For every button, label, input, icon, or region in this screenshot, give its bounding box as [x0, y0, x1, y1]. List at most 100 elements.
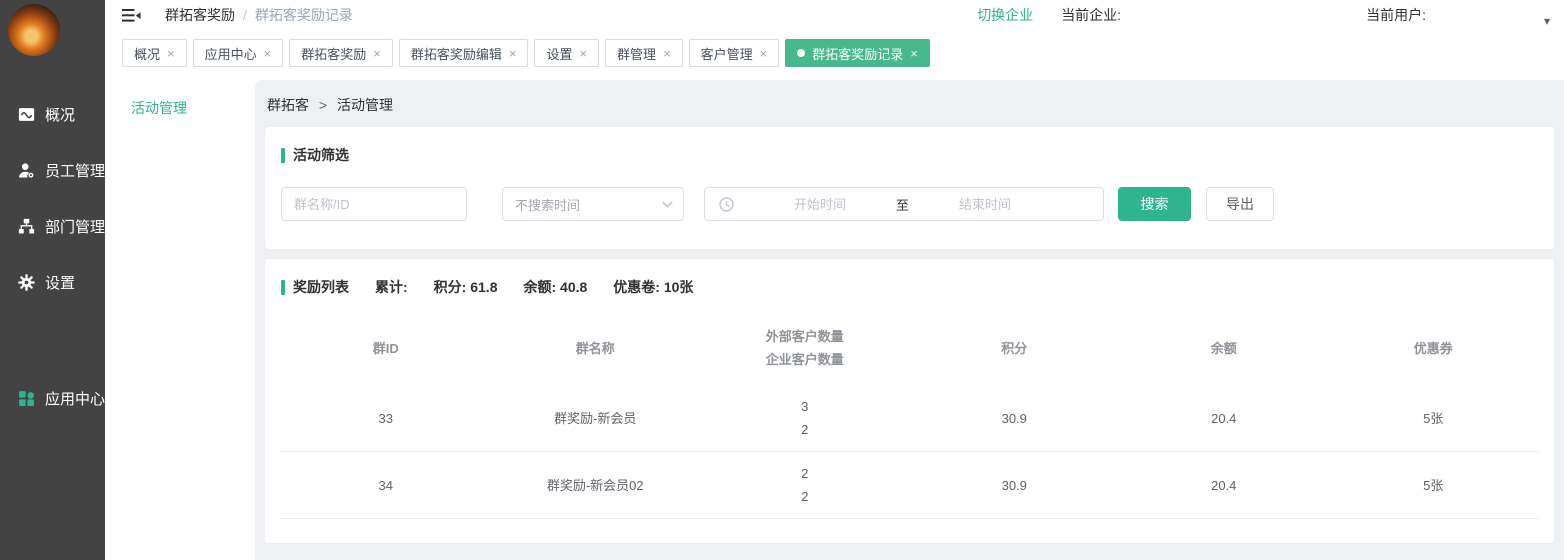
date-range-separator: 至 [896, 195, 909, 214]
time-mode-value: 不搜索时间 [515, 195, 580, 214]
tab-label: 群拓客奖励编辑 [411, 44, 502, 63]
sidebar-item-overview[interactable]: 概况 [0, 86, 105, 142]
tab-group-reward-edit[interactable]: 群拓客奖励编辑 × [399, 39, 529, 67]
cell-balance: 20.4 [1119, 407, 1329, 430]
filter-section-title: 活动筛选 [281, 145, 1538, 165]
tab-app-center[interactable]: 应用中心 × [193, 39, 284, 67]
sidebar-item-settings[interactable]: 设置 [0, 254, 105, 310]
cell-group-id: 34 [281, 474, 491, 497]
tab-settings[interactable]: 设置 × [534, 39, 599, 67]
user-dropdown-caret-icon[interactable]: ▾ [1544, 14, 1550, 28]
tab-group-management[interactable]: 群管理 × [605, 39, 683, 67]
sidebar-item-label: 员工管理 [45, 160, 105, 181]
cell-customers: 2 2 [700, 462, 910, 508]
activity-filter-card: 活动筛选 不搜索时间 [265, 127, 1554, 249]
page-breadcrumb-root: 群拓客 [267, 97, 309, 113]
col-points: 积分 [910, 337, 1120, 360]
department-sitemap-icon [18, 218, 35, 235]
reward-table: 群ID 群名称 外部客户数量 企业客户数量 积分 余额 优惠券 33 [281, 311, 1538, 519]
breadcrumb-root[interactable]: 群拓客奖励 [165, 5, 235, 25]
cell-points: 30.9 [910, 474, 1120, 497]
collapse-menu-icon[interactable] [122, 8, 141, 23]
content-area: 群拓客 > 活动管理 活动筛选 不搜索时间 [255, 80, 1564, 560]
tab-label: 客户管理 [701, 44, 753, 63]
coupon-total: 优惠卷: 10张 [613, 277, 693, 297]
col-customers: 外部客户数量 企业客户数量 [700, 325, 910, 371]
export-button[interactable]: 导出 [1206, 187, 1274, 221]
sidebar-item-label: 设置 [45, 272, 75, 293]
cell-group-name: 群奖励-新会员02 [491, 474, 701, 497]
breadcrumb-separator: / [243, 7, 247, 23]
switch-company-link[interactable]: 切换企业 [977, 5, 1033, 25]
left-sidebar: 概况 员工管理 部门管理 设置 应用中心 [0, 0, 105, 560]
submenu-item-activity-management[interactable]: 活动管理 [131, 98, 255, 118]
cell-customers: 3 2 [700, 395, 910, 441]
time-mode-select[interactable]: 不搜索时间 [502, 187, 684, 221]
reward-list-card: 奖励列表 累计: 积分: 61.8 余额: 40.8 优惠卷: 10张 群ID … [265, 259, 1554, 543]
page-breadcrumb: 群拓客 > 活动管理 [255, 80, 1564, 127]
filter-controls-row: 不搜索时间 至 搜 [281, 187, 1538, 221]
tab-close-icon[interactable]: × [760, 46, 768, 61]
tab-close-icon[interactable]: × [579, 46, 587, 61]
points-total: 积分: 61.8 [434, 277, 498, 297]
cell-points: 30.9 [910, 407, 1120, 430]
topbar: 群拓客奖励 / 群拓客奖励记录 切换企业 当前企业: 当前用户: ▾ [105, 0, 1564, 30]
tab-label: 设置 [546, 44, 572, 63]
sidebar-item-label: 部门管理 [45, 216, 105, 237]
workspace: 活动管理 群拓客 > 活动管理 活动筛选 [105, 72, 1564, 560]
tab-group-reward-records-active[interactable]: 群拓客奖励记录 × [785, 39, 930, 67]
tab-label: 群拓客奖励 [301, 44, 366, 63]
chevron-down-icon [662, 201, 673, 208]
main-column: 群拓客奖励 / 群拓客奖励记录 切换企业 当前企业: 当前用户: ▾ 概况 × … [105, 0, 1564, 560]
total-label: 累计: [375, 277, 408, 297]
cell-balance: 20.4 [1119, 474, 1329, 497]
tab-close-icon[interactable]: × [373, 46, 381, 61]
cell-coupons: 5张 [1329, 474, 1539, 497]
chart-overview-icon [18, 106, 35, 123]
col-group-id: 群ID [281, 337, 491, 360]
page-breadcrumb-separator: > [319, 97, 327, 113]
clock-icon [719, 197, 734, 212]
tab-close-icon[interactable]: × [509, 46, 517, 61]
sidebar-item-departments[interactable]: 部门管理 [0, 198, 105, 254]
balance-total: 余额: 40.8 [523, 277, 587, 297]
tab-label: 群管理 [617, 44, 656, 63]
page-breadcrumb-current: 活动管理 [337, 97, 393, 113]
active-tab-dot-icon [797, 49, 805, 57]
employee-icon [18, 162, 35, 179]
col-balance: 余额 [1119, 337, 1329, 360]
date-range-picker[interactable]: 至 [704, 187, 1104, 221]
section-bar-icon [281, 148, 285, 163]
group-name-id-input[interactable] [281, 187, 467, 221]
current-company-label: 当前企业: [1061, 5, 1121, 25]
tab-close-icon[interactable]: × [167, 46, 175, 61]
tab-customer-management[interactable]: 客户管理 × [689, 39, 780, 67]
cell-group-id: 33 [281, 407, 491, 430]
filter-title-text: 活动筛选 [293, 145, 349, 165]
tab-label: 应用中心 [205, 44, 257, 63]
table-header-row: 群ID 群名称 外部客户数量 企业客户数量 积分 余额 优惠券 [281, 311, 1538, 385]
app-root: 概况 员工管理 部门管理 设置 应用中心 [0, 0, 1564, 560]
table-row: 34 群奖励-新会员02 2 2 30.9 20.4 5张 [281, 452, 1538, 519]
tab-overview[interactable]: 概况 × [122, 39, 187, 67]
end-date-input[interactable] [925, 189, 1045, 219]
sidebar-item-app-center[interactable]: 应用中心 [0, 370, 105, 426]
col-coupons: 优惠券 [1329, 337, 1539, 360]
tab-close-icon[interactable]: × [663, 46, 671, 61]
reward-list-title: 奖励列表 [293, 277, 349, 297]
table-row: 33 群奖励-新会员 3 2 30.9 20.4 5张 [281, 385, 1538, 452]
search-button[interactable]: 搜索 [1118, 187, 1191, 221]
col-group-name: 群名称 [491, 337, 701, 360]
tab-close-icon[interactable]: × [264, 46, 272, 61]
breadcrumb-current: 群拓客奖励记录 [255, 5, 353, 25]
tab-group-reward[interactable]: 群拓客奖励 × [289, 39, 393, 67]
section-bar-icon [281, 280, 285, 295]
sidebar-item-label: 概况 [45, 104, 75, 125]
sidebar-item-employees[interactable]: 员工管理 [0, 142, 105, 198]
tab-close-icon[interactable]: × [910, 46, 918, 61]
cell-coupons: 5张 [1329, 407, 1539, 430]
gear-icon [18, 274, 35, 291]
company-avatar[interactable] [8, 4, 60, 56]
start-date-input[interactable] [760, 189, 880, 219]
current-user-label: 当前用户: [1366, 5, 1426, 25]
